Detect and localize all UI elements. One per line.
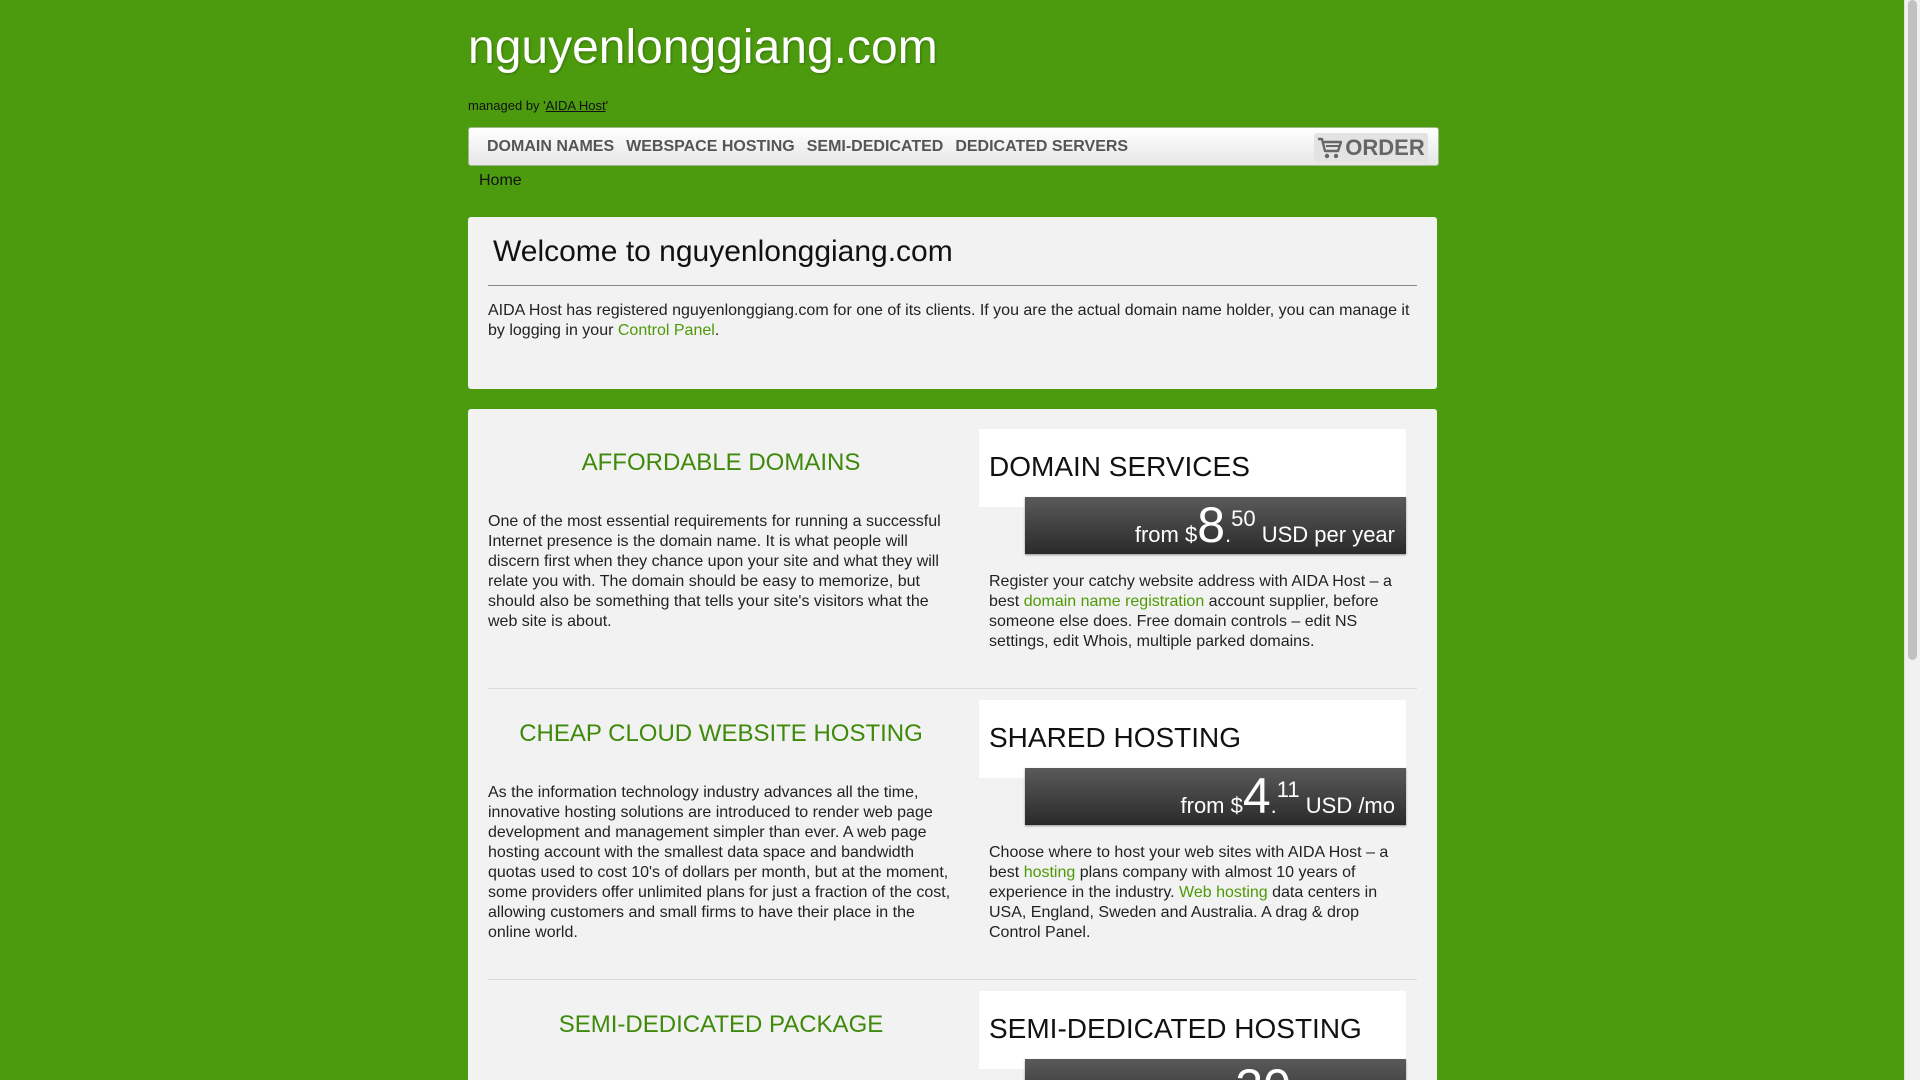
managed-by-text: managed by 'AIDA Host': [468, 98, 608, 113]
web-hosting-link[interactable]: Web hosting: [1179, 884, 1268, 901]
section-text: As the information technology industry a…: [488, 784, 951, 941]
nav-domain-names[interactable]: DOMAIN NAMES: [487, 138, 614, 156]
main-navbar: DOMAIN NAMES WEBSPACE HOSTING SEMI-DEDIC…: [468, 127, 1439, 166]
price-decimal: 11: [1276, 777, 1300, 802]
hosting-link[interactable]: hosting: [1024, 864, 1076, 881]
site-title: nguyenlonggiang.com: [468, 21, 938, 74]
price-decimal: 50: [1231, 506, 1256, 531]
domain-registration-link[interactable]: domain name registration: [1024, 593, 1205, 610]
price-integer: 4: [1242, 768, 1271, 824]
semi-dedicated-card: SEMI-DEDICATED HOSTING: [979, 991, 1406, 1069]
services-panel: AFFORDABLE DOMAINS One of the most essen…: [468, 409, 1437, 1080]
section-divider: [488, 979, 1417, 980]
hosting-price-badge[interactable]: from $4.11 USD /mo: [1025, 768, 1406, 825]
price-integer: 30: [1235, 1059, 1291, 1080]
card-title: SHARED HOSTING: [989, 722, 1242, 753]
card-title: DOMAIN SERVICES: [989, 451, 1250, 482]
domain-card-text: Register your catchy website address wit…: [989, 572, 1406, 652]
hosting-card-text: Choose where to host your web sites with…: [989, 843, 1406, 943]
managed-suffix: ': [605, 98, 609, 113]
shared-hosting-card: SHARED HOSTING: [979, 700, 1406, 778]
welcome-text: AIDA Host has registered nguyenlonggiang…: [488, 301, 1413, 341]
shopping-cart-icon: [1317, 136, 1343, 160]
nav-webspace-hosting[interactable]: WEBSPACE HOSTING: [626, 138, 795, 156]
price-suffix: USD per year: [1255, 522, 1395, 547]
price-prefix: from $: [1180, 793, 1243, 818]
section-heading: CHEAP CLOUD WEBSITE HOSTING: [519, 720, 923, 747]
domain-price-badge[interactable]: from $8.50 USD per year: [1025, 497, 1406, 554]
control-panel-link[interactable]: Control Panel: [618, 322, 715, 339]
welcome-divider: [488, 285, 1417, 286]
price-prefix: from $: [1134, 522, 1198, 547]
section-heading: SEMI-DEDICATED PACKAGE: [558, 1011, 884, 1038]
welcome-text-end: .: [714, 322, 720, 339]
aida-host-link[interactable]: AIDA Host: [546, 98, 606, 113]
order-label: ORDER: [1345, 134, 1425, 160]
nav-dedicated-servers[interactable]: DEDICATED SERVERS: [955, 138, 1128, 156]
nav-menu: DOMAIN NAMES WEBSPACE HOSTING SEMI-DEDIC…: [487, 128, 1128, 165]
price-suffix: USD /mo: [1299, 793, 1395, 818]
price-integer: 8: [1197, 497, 1225, 553]
nav-semi-dedicated[interactable]: SEMI-DEDICATED: [807, 138, 944, 156]
section-text: One of the most essential requirements f…: [488, 513, 941, 630]
semi-dedicated-price-badge[interactable]: 30: [1025, 1059, 1406, 1080]
section-divider: [488, 688, 1417, 689]
order-button[interactable]: ORDER: [1314, 133, 1428, 162]
welcome-panel: Welcome to nguyenlonggiang.com AIDA Host…: [468, 217, 1437, 389]
welcome-title: Welcome to nguyenlonggiang.com: [493, 235, 953, 268]
scrollbar-thumb[interactable]: [1908, 0, 1917, 660]
card-title: SEMI-DEDICATED HOSTING: [989, 1013, 1362, 1044]
managed-prefix: managed by ': [468, 98, 546, 113]
domain-services-card: DOMAIN SERVICES: [979, 429, 1406, 507]
vertical-scrollbar[interactable]: [1904, 0, 1920, 1080]
breadcrumb-home[interactable]: Home: [479, 172, 522, 190]
section-heading: AFFORDABLE DOMAINS: [581, 449, 861, 476]
